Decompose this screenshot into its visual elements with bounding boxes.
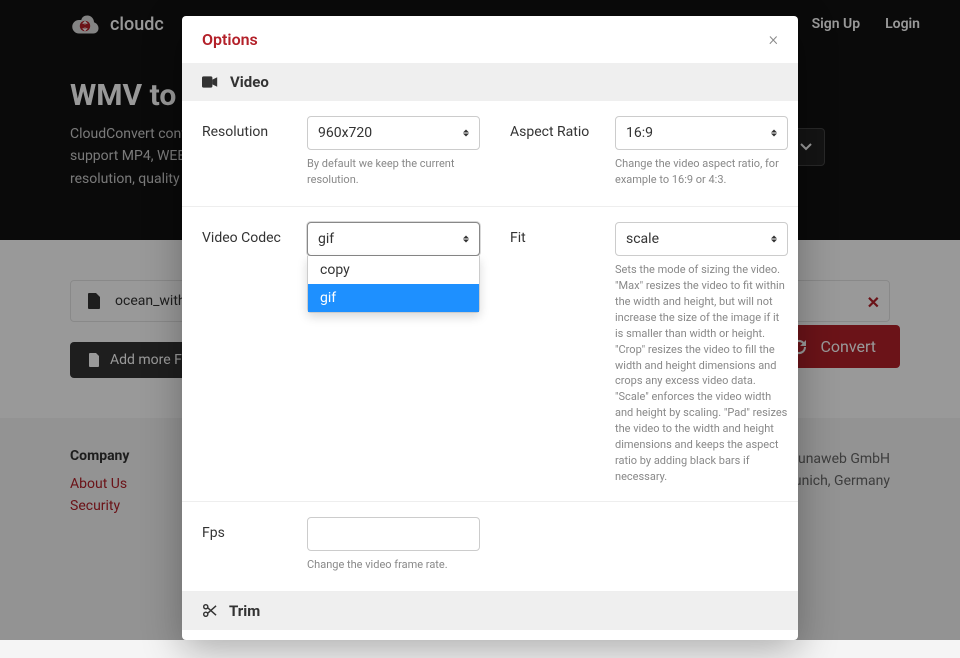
close-icon[interactable]: × [769, 31, 778, 49]
section-video-header: Video [182, 63, 798, 101]
fps-help: Change the video frame rate. [307, 557, 480, 573]
codec-option-gif[interactable]: gif [308, 284, 479, 312]
resolution-label: Resolution [202, 116, 307, 188]
updown-icon [463, 130, 469, 137]
updown-icon [771, 130, 777, 137]
fit-label: Fit [510, 222, 615, 485]
resolution-help: By default we keep the current resolutio… [307, 156, 480, 188]
video-codec-select[interactable]: gif [307, 222, 480, 256]
fps-label: Fps [202, 517, 307, 573]
fps-input[interactable] [307, 517, 480, 551]
fit-select[interactable]: scale [615, 222, 788, 256]
video-camera-icon [202, 75, 218, 89]
video-codec-dropdown: copy gif [307, 256, 480, 313]
scissors-icon [202, 603, 217, 618]
resolution-select[interactable]: 960x720 [307, 116, 480, 150]
aspect-ratio-select[interactable]: 16:9 [615, 116, 788, 150]
options-modal: Options × Video Resolution 960x720 By de… [182, 16, 798, 640]
video-codec-label: Video Codec [202, 222, 307, 485]
aspect-ratio-label: Aspect Ratio [510, 116, 615, 188]
fit-help: Sets the mode of sizing the video. "Max"… [615, 262, 788, 485]
modal-title: Options [202, 30, 258, 49]
codec-option-copy[interactable]: copy [308, 256, 479, 284]
section-trim-header: Trim [182, 592, 798, 630]
aspect-ratio-help: Change the video aspect ratio, for examp… [615, 156, 788, 188]
updown-icon [771, 235, 777, 242]
updown-icon [463, 235, 469, 242]
